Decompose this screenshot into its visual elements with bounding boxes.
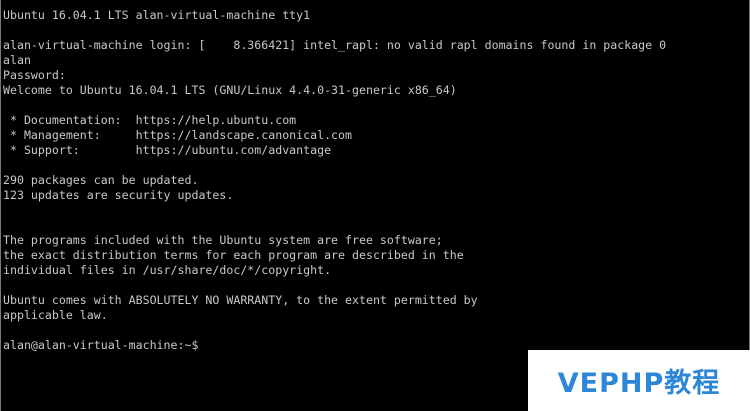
license-line: the exact distribution terms for each pr… bbox=[3, 248, 464, 262]
username-line: alan bbox=[3, 53, 31, 67]
terminal-output[interactable]: Ubuntu 16.04.1 LTS alan-virtual-machine … bbox=[3, 8, 743, 353]
password-prompt-line: Password: bbox=[3, 68, 66, 82]
tty-header-line: Ubuntu 16.04.1 LTS alan-virtual-machine … bbox=[3, 8, 311, 22]
watermark-logo: VEPHP教程 bbox=[528, 350, 750, 411]
warranty-line: Ubuntu comes with ABSOLUTELY NO WARRANTY… bbox=[3, 293, 478, 307]
welcome-line: Welcome to Ubuntu 16.04.1 LTS (GNU/Linux… bbox=[3, 83, 457, 97]
license-line: individual files in /usr/share/doc/*/cop… bbox=[3, 263, 332, 277]
security-updates-line: 123 updates are security updates. bbox=[3, 188, 234, 202]
warranty-line: applicable law. bbox=[3, 308, 108, 322]
login-prompt-line: alan-virtual-machine login: [ 8.366421] … bbox=[3, 38, 667, 52]
watermark-text: VEPHP教程 bbox=[557, 368, 721, 399]
support-line: * Support: https://ubuntu.com/advantage bbox=[3, 143, 332, 157]
license-line: The programs included with the Ubuntu sy… bbox=[3, 233, 443, 247]
management-line: * Management: https://landscape.canonica… bbox=[3, 128, 353, 142]
documentation-line: * Documentation: https://help.ubuntu.com bbox=[3, 113, 297, 127]
packages-update-line: 290 packages can be updated. bbox=[3, 173, 199, 187]
